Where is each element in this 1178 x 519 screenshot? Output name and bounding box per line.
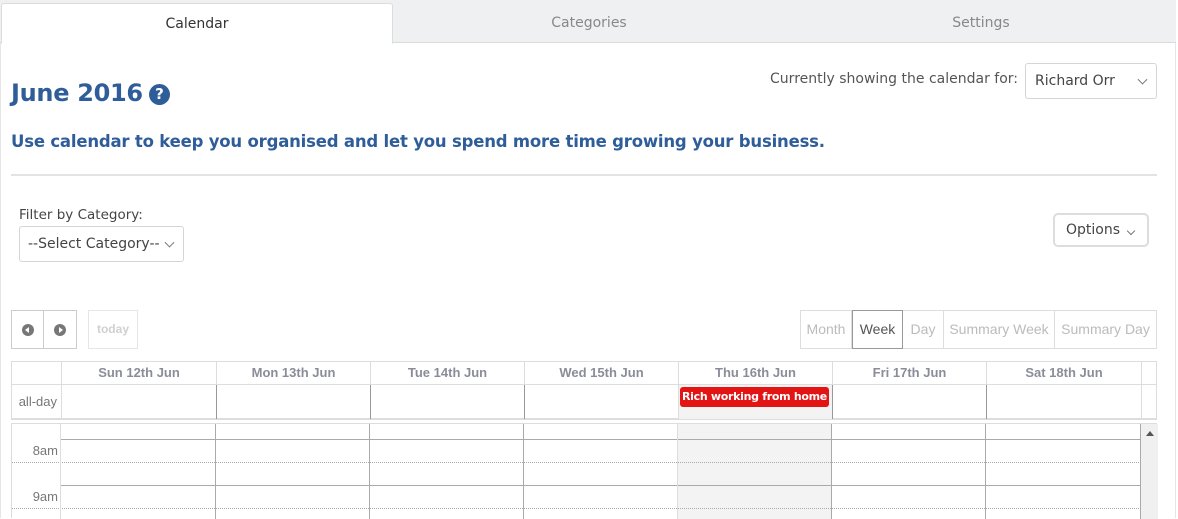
- view-summary-day-button[interactable]: Summary Day: [1055, 310, 1157, 349]
- hour-line: [61, 485, 1141, 486]
- page-title: June 2016?: [11, 79, 170, 107]
- header-spacer: [1141, 362, 1157, 384]
- today-button[interactable]: today: [88, 310, 138, 349]
- scroll-up-arrow-icon[interactable]: [1146, 431, 1154, 436]
- view-switcher: Month Week Day Summary Week Summary Day: [800, 310, 1157, 349]
- tab-categories[interactable]: Categories: [393, 3, 785, 43]
- allday-cell[interactable]: [216, 385, 370, 419]
- page-title-text: June 2016: [11, 79, 143, 107]
- week-calendar: Sun 12th Jun Mon 13th Jun Tue 14th Jun W…: [11, 361, 1158, 519]
- view-month-button[interactable]: Month: [800, 310, 852, 349]
- column-divider: [215, 424, 216, 519]
- column-divider: [985, 424, 986, 519]
- divider: [11, 174, 1157, 176]
- view-summary-week-button[interactable]: Summary Week: [944, 310, 1055, 349]
- allday-cell[interactable]: [61, 385, 216, 419]
- allday-cell[interactable]: [370, 385, 524, 419]
- calendar-header-row: Sun 12th Jun Mon 13th Jun Tue 14th Jun W…: [11, 361, 1157, 385]
- options-button[interactable]: Options: [1053, 213, 1149, 247]
- day-header: Fri 17th Jun: [832, 362, 986, 384]
- category-select-value: --Select Category--: [28, 236, 160, 252]
- category-select[interactable]: --Select Category--: [19, 226, 184, 262]
- options-button-label: Options: [1066, 222, 1121, 238]
- column-divider: [677, 424, 678, 519]
- chevron-down-icon: [1126, 226, 1136, 236]
- time-label: 8am: [32, 443, 58, 458]
- page-subtitle: Use calendar to keep you organised and l…: [11, 132, 825, 151]
- allday-row: all-day: [11, 384, 1157, 420]
- half-hour-line: [12, 462, 1141, 463]
- prev-week-button[interactable]: [11, 310, 44, 349]
- tab-bar: Calendar Categories Settings: [0, 0, 1177, 44]
- day-header: Thu 16th Jun: [678, 362, 832, 384]
- chevron-left-circle-icon: [22, 324, 34, 336]
- day-header: Wed 15th Jun: [524, 362, 678, 384]
- day-header: Sun 12th Jun: [61, 362, 216, 384]
- allday-spacer: [1141, 385, 1157, 419]
- column-divider: [523, 424, 524, 519]
- tab-calendar[interactable]: Calendar: [1, 3, 393, 44]
- allday-cell[interactable]: [832, 385, 986, 419]
- allday-label: all-day: [18, 394, 57, 409]
- filter-category-label: Filter by Category:: [19, 207, 143, 223]
- user-select-value: Richard Orr: [1035, 73, 1115, 89]
- column-divider: [831, 424, 832, 519]
- view-week-button[interactable]: Week: [852, 310, 903, 349]
- next-week-button[interactable]: [44, 310, 77, 349]
- day-header: Sat 18th Jun: [986, 362, 1141, 384]
- column-divider: [60, 424, 61, 519]
- hour-line: [61, 439, 1141, 440]
- tab-settings[interactable]: Settings: [785, 3, 1177, 43]
- view-day-button[interactable]: Day: [903, 310, 944, 349]
- time-label: 9am: [32, 489, 58, 504]
- chevron-down-icon: [1137, 74, 1148, 85]
- allday-cell[interactable]: [986, 385, 1141, 419]
- chevron-right-circle-icon: [54, 324, 66, 336]
- chevron-down-icon: [164, 237, 175, 248]
- half-hour-line: [12, 508, 1141, 509]
- day-header: Mon 13th Jun: [216, 362, 370, 384]
- showing-calendar-label: Currently showing the calendar for:: [770, 71, 1018, 87]
- calendar-event[interactable]: Rich working from home: [680, 387, 829, 407]
- day-header: Tue 14th Jun: [370, 362, 524, 384]
- time-grid-scrollbar[interactable]: [1141, 424, 1158, 519]
- time-grid: 8am 9am: [11, 423, 1158, 519]
- nav-button-group: [11, 310, 77, 349]
- allday-cell[interactable]: [524, 385, 678, 419]
- user-select[interactable]: Richard Orr: [1025, 63, 1157, 99]
- column-divider: [369, 424, 370, 519]
- question-circle-icon[interactable]: ?: [148, 84, 170, 105]
